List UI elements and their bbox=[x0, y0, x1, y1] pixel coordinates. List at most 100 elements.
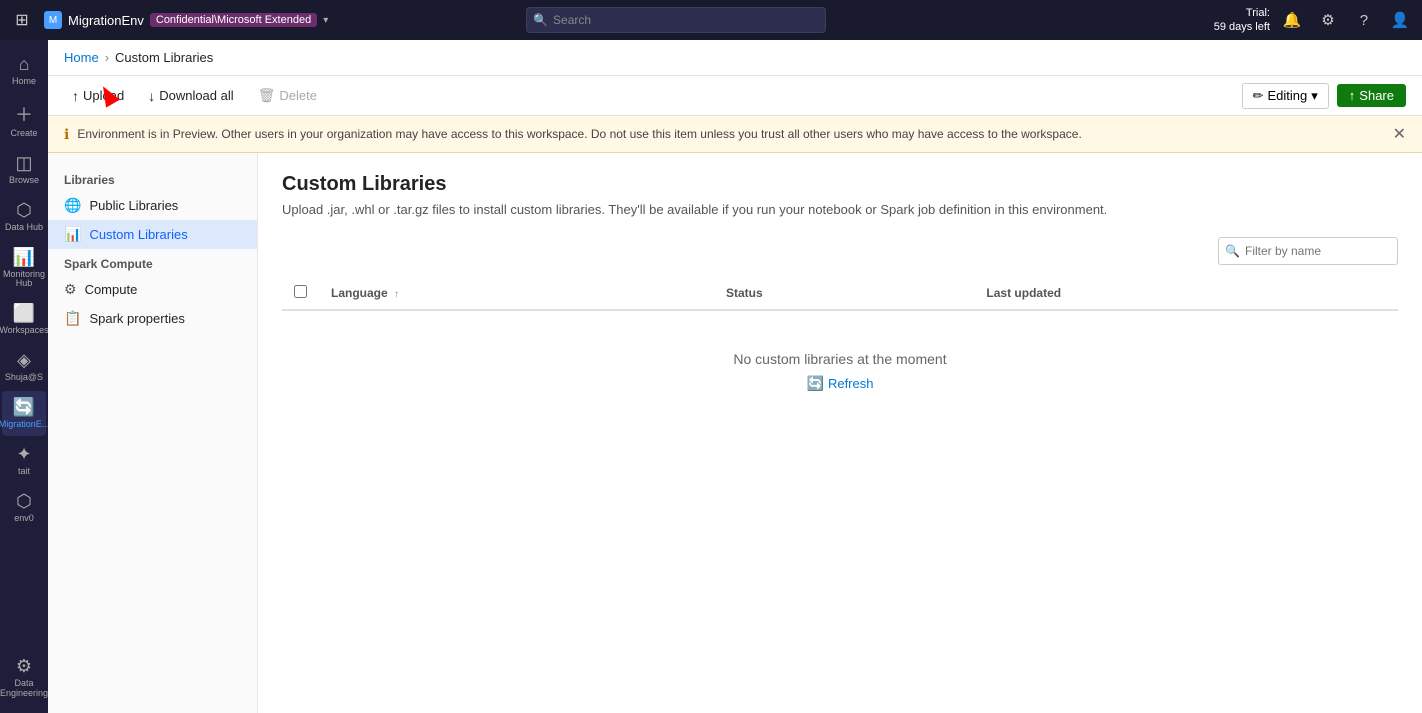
page-title: Custom Libraries bbox=[282, 173, 1398, 196]
sidebar-item-monitoring[interactable]: 📊 Monitoring Hub bbox=[2, 241, 46, 296]
empty-state-row: No custom libraries at the moment 🔄 Refr… bbox=[282, 310, 1398, 432]
search-bar: 🔍 bbox=[526, 7, 826, 33]
create-icon: ＋ bbox=[15, 101, 33, 127]
browse-icon: ◫ bbox=[15, 153, 32, 174]
sidebar-item-create[interactable]: ＋ Create bbox=[2, 95, 46, 145]
refresh-label: Refresh bbox=[828, 376, 874, 391]
editing-button[interactable]: ✏ Editing ▾ bbox=[1242, 83, 1329, 109]
sidebar-item-browse[interactable]: ◫ Browse bbox=[2, 147, 46, 192]
language-sort-icon: ↑ bbox=[394, 289, 399, 300]
search-input[interactable] bbox=[526, 7, 826, 33]
nav-label-compute: Compute bbox=[85, 282, 138, 297]
table-header-row: Language ↑ Status Last updated bbox=[282, 277, 1398, 310]
inner-layout: Libraries 🌐 Public Libraries 📊 Custom Li… bbox=[48, 153, 1422, 713]
download-icon: ↓ bbox=[148, 88, 155, 104]
empty-state-cell: No custom libraries at the moment 🔄 Refr… bbox=[282, 310, 1398, 432]
env0-icon: ⬡ bbox=[16, 491, 32, 512]
empty-state-text: No custom libraries at the moment bbox=[322, 351, 1358, 367]
nav-label-custom: Custom Libraries bbox=[89, 227, 187, 242]
compute-icon: ⚙ bbox=[64, 281, 77, 298]
select-all-checkbox[interactable] bbox=[294, 285, 307, 298]
settings-icon[interactable]: ⚙ bbox=[1314, 6, 1342, 34]
language-col-label: Language bbox=[331, 286, 388, 300]
last-updated-col-label: Last updated bbox=[986, 286, 1061, 300]
nav-item-spark-properties[interactable]: 📋 Spark properties bbox=[48, 304, 257, 333]
table-toolbar: 🔍 bbox=[282, 237, 1398, 265]
sidebar-label-home: Home bbox=[12, 77, 36, 87]
filter-input-wrap: 🔍 bbox=[1218, 237, 1398, 265]
env-chevron-icon[interactable]: ▾ bbox=[323, 15, 328, 26]
tait-icon: ✦ bbox=[16, 444, 31, 465]
confidential-badge: Confidential\Microsoft Extended bbox=[150, 13, 317, 27]
toolbar-right: ✏ Editing ▾ ↑ Share bbox=[1242, 83, 1406, 109]
sidebar-item-migration[interactable]: 🔄 MigrationE... bbox=[2, 391, 46, 436]
share-button[interactable]: ↑ Share bbox=[1337, 84, 1406, 107]
sidebar-label-data-engineering: Data Engineering bbox=[0, 679, 48, 699]
sidebar-label-env0: env0 bbox=[14, 514, 34, 524]
empty-state: No custom libraries at the moment 🔄 Refr… bbox=[282, 311, 1398, 432]
sidebar-item-tait[interactable]: ✦ tait bbox=[2, 438, 46, 483]
nav-label-spark-properties: Spark properties bbox=[89, 311, 184, 326]
warning-close-icon[interactable]: ✕ bbox=[1393, 124, 1406, 144]
language-col-header[interactable]: Language ↑ bbox=[319, 277, 714, 310]
nav-item-custom-libraries[interactable]: 📊 Custom Libraries bbox=[48, 220, 257, 249]
breadcrumb-separator: › bbox=[105, 50, 109, 65]
breadcrumb-current: Custom Libraries bbox=[115, 50, 213, 65]
warning-text: Environment is in Preview. Other users i… bbox=[77, 127, 1081, 141]
breadcrumb-home-link[interactable]: Home bbox=[64, 50, 99, 65]
sidebar-label-shuja: Shuja@S bbox=[5, 373, 43, 383]
nav-item-compute[interactable]: ⚙ Compute bbox=[48, 275, 257, 304]
sidebar-icons: ⌂ Home ＋ Create ◫ Browse ⬡ Data Hub 📊 Mo… bbox=[0, 40, 48, 713]
delete-button[interactable]: 🗑 Delete bbox=[250, 83, 325, 108]
sidebar-item-home[interactable]: ⌂ Home bbox=[2, 48, 46, 93]
upload-label: Upload bbox=[83, 88, 124, 103]
top-bar-right: Trial: 59 days left 🔔 ⚙ ? 👤 bbox=[1214, 6, 1414, 35]
main-content: Custom Libraries Upload .jar, .whl or .t… bbox=[258, 153, 1422, 713]
share-icon: ↑ bbox=[1349, 88, 1356, 103]
status-col-label: Status bbox=[726, 286, 763, 300]
content-area: Home › Custom Libraries ↑ Upload ↓ Downl… bbox=[48, 40, 1422, 713]
spark-properties-icon: 📋 bbox=[64, 310, 81, 327]
shuja-icon: ◈ bbox=[17, 350, 31, 371]
notification-icon[interactable]: 🔔 bbox=[1278, 6, 1306, 34]
refresh-icon: 🔄 bbox=[807, 375, 824, 392]
page-description: Upload .jar, .whl or .tar.gz files to in… bbox=[282, 202, 1398, 217]
sidebar-item-data-engineering[interactable]: ⚙ Data Engineering bbox=[2, 650, 46, 705]
nav-item-public-libraries[interactable]: 🌐 Public Libraries bbox=[48, 191, 257, 220]
last-updated-col-header: Last updated bbox=[974, 277, 1398, 310]
top-bar: ⊞ M MigrationEnv Confidential\Microsoft … bbox=[0, 0, 1422, 40]
refresh-button[interactable]: 🔄 Refresh bbox=[807, 375, 874, 392]
env-info: M MigrationEnv Confidential\Microsoft Ex… bbox=[44, 11, 328, 29]
monitoring-icon: 📊 bbox=[13, 247, 35, 268]
custom-libraries-icon: 📊 bbox=[64, 226, 81, 243]
sidebar-label-datahub: Data Hub bbox=[5, 223, 43, 233]
data-engineering-icon: ⚙ bbox=[16, 656, 32, 677]
nav-label-public: Public Libraries bbox=[89, 198, 178, 213]
sidebar-label-workspaces: Workspaces bbox=[0, 326, 49, 336]
main-layout: ⌂ Home ＋ Create ◫ Browse ⬡ Data Hub 📊 Mo… bbox=[0, 40, 1422, 713]
sidebar-bottom: ⚙ Data Engineering bbox=[2, 650, 46, 705]
public-libraries-icon: 🌐 bbox=[64, 197, 81, 214]
workspaces-icon: ⬜ bbox=[13, 303, 35, 324]
sidebar-item-env0[interactable]: ⬡ env0 bbox=[2, 485, 46, 530]
home-icon: ⌂ bbox=[19, 54, 30, 75]
profile-icon[interactable]: 👤 bbox=[1386, 6, 1414, 34]
warning-icon: ℹ bbox=[64, 126, 69, 143]
editing-icon: ✏ bbox=[1253, 88, 1264, 104]
sidebar-item-datahub[interactable]: ⬡ Data Hub bbox=[2, 194, 46, 239]
sidebar-item-workspaces[interactable]: ⬜ Workspaces bbox=[2, 297, 46, 342]
table-header: Language ↑ Status Last updated bbox=[282, 277, 1398, 310]
download-all-button[interactable]: ↓ Download all bbox=[140, 84, 241, 108]
apps-icon[interactable]: ⊞ bbox=[8, 10, 36, 30]
help-icon[interactable]: ? bbox=[1350, 6, 1378, 34]
sidebar-item-shuja[interactable]: ◈ Shuja@S bbox=[2, 344, 46, 389]
search-icon: 🔍 bbox=[533, 13, 548, 27]
breadcrumb: Home › Custom Libraries bbox=[48, 40, 1422, 76]
select-all-col bbox=[282, 277, 319, 310]
upload-button[interactable]: ↑ Upload bbox=[64, 84, 132, 108]
status-col-header: Status bbox=[714, 277, 974, 310]
filter-by-name-input[interactable] bbox=[1218, 237, 1398, 265]
migration-icon: 🔄 bbox=[13, 397, 35, 418]
table-body: No custom libraries at the moment 🔄 Refr… bbox=[282, 310, 1398, 432]
env-name: MigrationEnv bbox=[68, 13, 144, 28]
